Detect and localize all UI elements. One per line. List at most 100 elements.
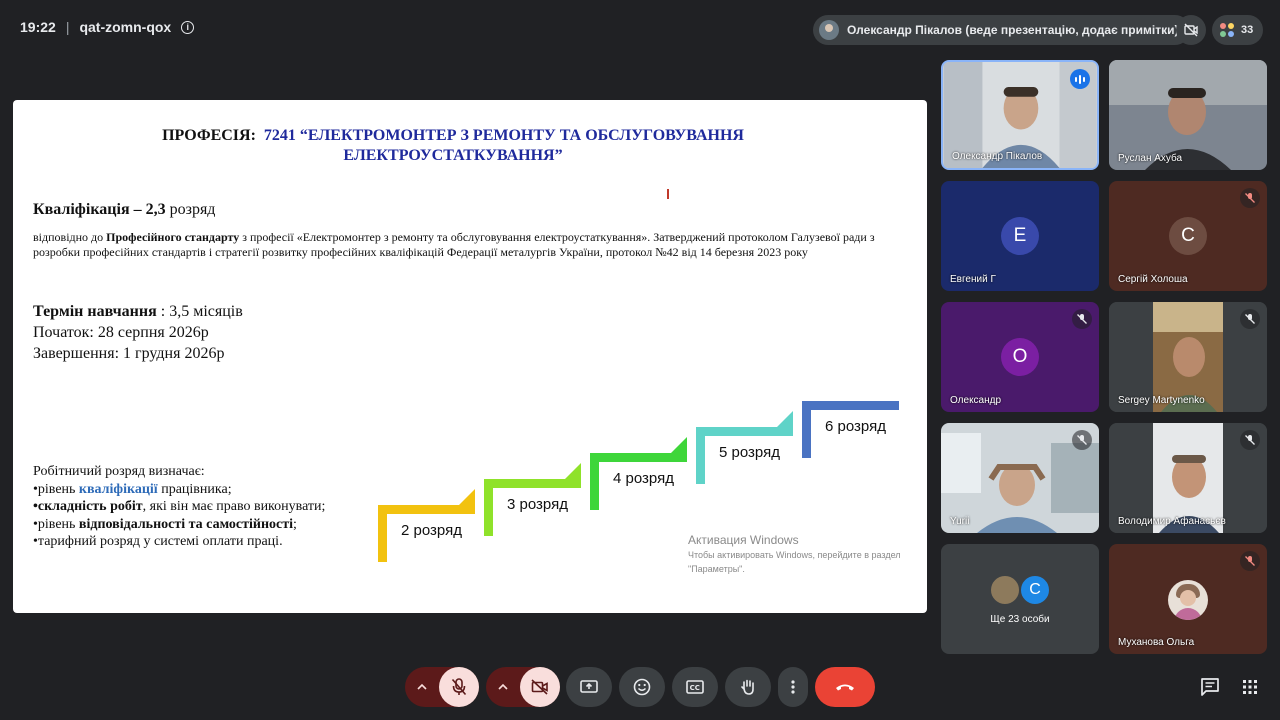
step-label: 2 розряд <box>401 522 462 539</box>
bullet1-post: працівника; <box>157 481 232 497</box>
rank-determines: Робітничий розряд визначає: •рівень квал… <box>33 463 325 551</box>
raise-hand-icon <box>741 679 754 695</box>
step-label: 6 розряд <box>825 418 886 435</box>
step-corner <box>777 411 793 427</box>
mic-off-icon <box>1072 309 1092 329</box>
activities-button[interactable] <box>1239 676 1261 698</box>
rank-step: 6 розряд <box>802 401 899 458</box>
participant-name: Sergey Martynenko <box>1118 395 1205 406</box>
emoji-icon <box>633 678 651 696</box>
watermark-sub1: Чтобы активировать Windows, перейдите в … <box>688 550 901 560</box>
people-icon <box>1220 23 1234 37</box>
camera-control-group <box>486 667 560 707</box>
bullet1-pre: •рівень <box>33 481 79 497</box>
chat-icon <box>1201 678 1219 696</box>
participant-name: Yurii <box>950 516 970 527</box>
clock: 19:22 <box>20 19 56 35</box>
mic-off-icon <box>1072 430 1092 450</box>
watermark-title: Активация Windows <box>688 533 799 547</box>
presenter-status: Олександр Пікалов (веде презентацію, дод… <box>847 23 1179 37</box>
more-vert-icon <box>791 680 795 694</box>
term-rest: : 3,5 місяців <box>156 303 243 320</box>
tile-participant[interactable]: Олександр Пікалов <box>941 60 1099 170</box>
camera-off-icon <box>1184 23 1198 37</box>
end-call-icon <box>836 684 854 691</box>
qualification-rest: розряд <box>165 201 216 218</box>
tile-participant[interactable]: Володимир Афанасьєв <box>1109 423 1267 533</box>
captions-button[interactable]: CC <box>672 667 718 707</box>
mic-options-button[interactable] <box>405 667 439 707</box>
apps-grid-icon <box>1243 680 1257 694</box>
separator: | <box>65 19 70 35</box>
speaking-indicator <box>1070 69 1090 89</box>
step-label: 5 розряд <box>719 444 780 461</box>
bullet3-bold: відповідальності та самостійності <box>78 516 294 532</box>
bullet3-pre: •рівень <box>33 516 79 532</box>
svg-text:CC: CC <box>690 684 700 692</box>
presenter-chip[interactable]: Олександр Пікалов (веде презентацію, дод… <box>813 15 1191 45</box>
bullet1-blue: кваліфікації <box>78 481 158 497</box>
slide-title: ПРОФЕСІЯ: 7241 “ЕЛЕКТРОМОНТЕР З РЕМОНТУ … <box>13 126 893 166</box>
tile-participant[interactable]: Руслан Ахуба <box>1109 60 1267 170</box>
qualification-bold: Кваліфікація – 2,3 <box>33 201 166 218</box>
mic-off-icon <box>1240 430 1260 450</box>
raise-hand-button[interactable] <box>725 667 771 707</box>
camera-options-button[interactable] <box>486 667 520 707</box>
meeting-info: 19:22 | qat-zomn-qox i <box>20 19 195 35</box>
info-icon[interactable]: i <box>181 20 195 34</box>
title-prefix: ПРОФЕСІЯ: <box>162 127 256 144</box>
red-cursor-mark <box>667 189 669 199</box>
bullet4: •тарифний розряд у системі оплати праці. <box>33 534 283 549</box>
camera-off-indicator[interactable] <box>1176 15 1206 45</box>
tile-participant[interactable]: С Сергій Холоша <box>1109 181 1267 291</box>
step-corner <box>565 463 581 479</box>
tile-participant[interactable]: О Олександр <box>941 302 1099 412</box>
windows-watermark: Активация Windows Чтобы активировать Win… <box>688 533 901 575</box>
mic-off-icon <box>1240 309 1260 329</box>
more-options-button[interactable] <box>778 667 808 707</box>
desc-pre: відповідно до <box>33 230 107 244</box>
tile-participant[interactable]: Yurii <box>941 423 1099 533</box>
rank-step: 3 розряд <box>484 463 581 536</box>
bullet2-bold: •складність робіт <box>33 499 143 514</box>
step-tread <box>802 401 899 410</box>
participants-button[interactable]: 33 <box>1212 15 1264 45</box>
tile-participant[interactable]: Sergey Martynenko <box>1109 302 1267 412</box>
bullet2-post: , які він має право виконувати; <box>142 499 326 514</box>
end-date: Завершення: 1 грудня 2026р <box>33 345 225 362</box>
tile-more-participants[interactable]: С Ще 23 особи <box>941 544 1099 654</box>
start-date: Початок: 28 серпня 2026р <box>33 324 209 341</box>
present-button[interactable] <box>566 667 612 707</box>
description: відповідно до Професійного стандарту з п… <box>33 230 903 260</box>
mic-off-icon <box>451 678 467 696</box>
determines-heading: Робітничий розряд визначає: <box>33 464 205 479</box>
more-avatar-photo <box>989 574 1021 606</box>
rank-step: 2 розряд <box>378 489 475 562</box>
chevron-up-icon <box>417 683 427 690</box>
participant-avatar: О <box>1001 338 1039 376</box>
participant-name: Олександр Пікалов <box>952 151 1043 162</box>
participant-avatar: Е <box>1001 217 1039 255</box>
participant-name: Сергій Холоша <box>1118 274 1188 285</box>
mic-toggle-button[interactable] <box>439 667 479 707</box>
participant-avatar: С <box>1169 217 1207 255</box>
tile-participant[interactable]: Муханова Ольга <box>1109 544 1267 654</box>
training-term: Термін навчання : 3,5 місяців Початок: 2… <box>33 301 243 364</box>
step-tread <box>484 479 581 488</box>
participant-name: Володимир Афанасьєв <box>1118 516 1226 527</box>
camera-toggle-button[interactable] <box>520 667 560 707</box>
chat-button[interactable] <box>1199 676 1221 698</box>
end-call-button[interactable] <box>815 667 875 707</box>
tile-participant[interactable]: Е Евгений Г <box>941 181 1099 291</box>
title-line2: ЕЛЕКТРОУСТАТКУВАННЯ” <box>343 147 563 164</box>
more-avatar-initial: С <box>1019 574 1051 606</box>
more-participants-label: Ще 23 особи <box>990 614 1050 625</box>
captions-icon: CC <box>686 680 704 694</box>
title-line1: 7241 “ЕЛЕКТРОМОНТЕР З РЕМОНТУ ТА ОБСЛУГО… <box>263 127 744 144</box>
watermark-sub2: "Параметры". <box>688 564 745 574</box>
participant-name: Муханова Ольга <box>1118 637 1195 648</box>
step-corner <box>671 437 687 453</box>
emoji-button[interactable] <box>619 667 665 707</box>
step-corner <box>459 489 475 505</box>
term-bold: Термін навчання <box>33 303 157 320</box>
